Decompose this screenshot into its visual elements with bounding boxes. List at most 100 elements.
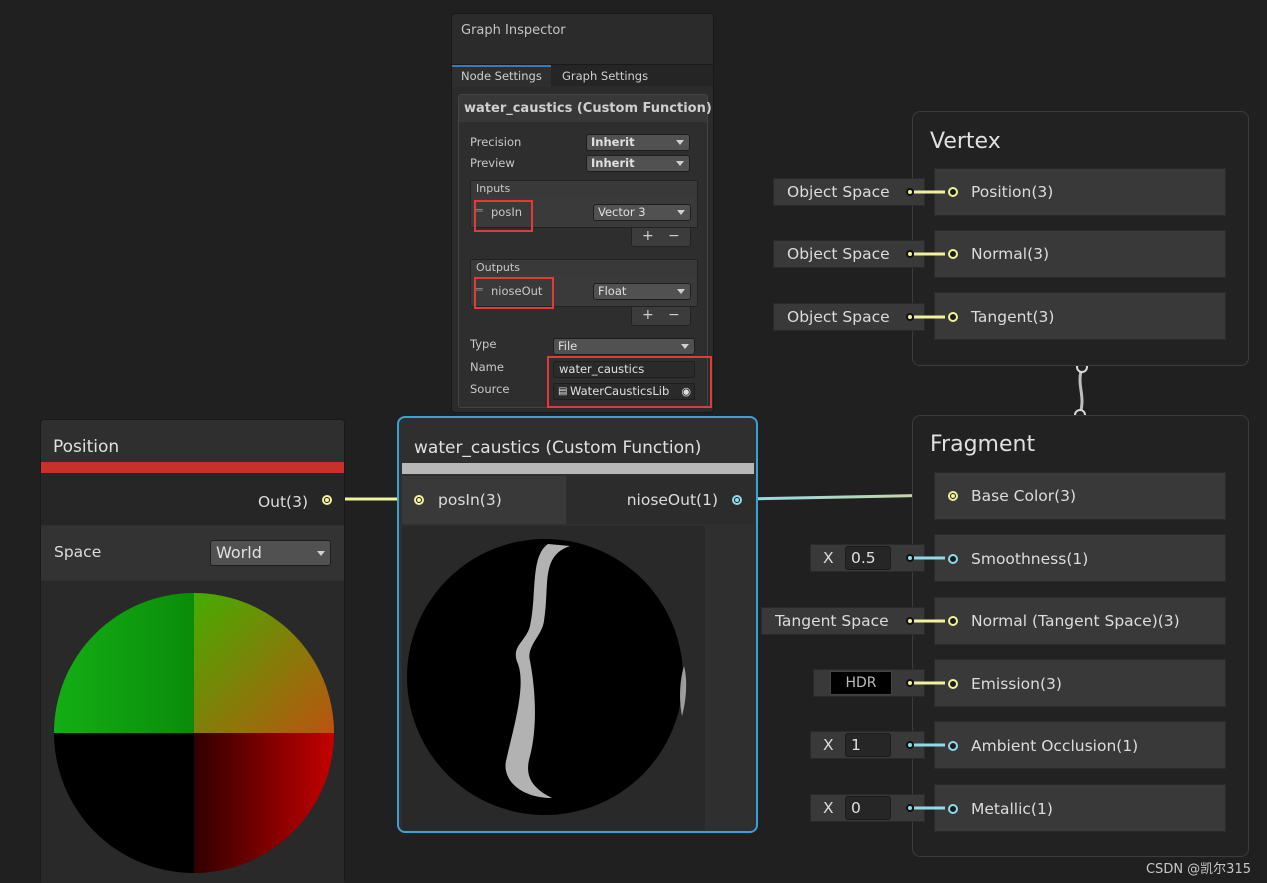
- ao-field[interactable]: 1: [845, 733, 891, 757]
- position-space-row: Space World: [41, 526, 344, 580]
- precision-value: Inherit: [591, 135, 635, 149]
- precision-label: Precision: [470, 135, 522, 149]
- position-out-label: Out(3): [257, 493, 308, 511]
- chevron-down-icon: [317, 551, 325, 556]
- metallic-block[interactable]: Metallic(1): [934, 784, 1226, 832]
- node-settings-box: water_caustics (Custom Function) Precisi…: [458, 94, 712, 408]
- custom-output-area: nioseOut(1): [567, 476, 754, 524]
- base-color-label: Base Color(3): [971, 487, 1077, 505]
- type-value: File: [558, 339, 578, 353]
- remove-output-button[interactable]: −: [668, 307, 680, 323]
- fragment-normal-port[interactable]: [948, 616, 958, 626]
- position-space-inline[interactable]: Object Space: [773, 178, 925, 206]
- vertex-title: Vertex: [930, 129, 1001, 154]
- output-type-dropdown[interactable]: Float: [593, 283, 691, 300]
- position-output-area: Out(3): [41, 473, 344, 525]
- custom-node-title: water_caustics (Custom Function): [414, 438, 702, 458]
- tangent-inline-port: [906, 313, 914, 321]
- smoothness-field[interactable]: 0.5: [845, 546, 891, 570]
- space-value: World: [216, 543, 262, 562]
- chevron-down-icon: [676, 161, 684, 166]
- smoothness-port[interactable]: [948, 554, 958, 564]
- vertex-position-port[interactable]: [948, 187, 958, 197]
- position-out-port[interactable]: [322, 495, 332, 505]
- chevron-down-icon: [676, 140, 684, 145]
- emission-port[interactable]: [948, 679, 958, 689]
- tab-graph-settings[interactable]: Graph Settings: [553, 65, 657, 87]
- tab-node-settings[interactable]: Node Settings: [452, 65, 551, 87]
- precision-dropdown[interactable]: Inherit: [586, 134, 690, 151]
- inspector-title: Graph Inspector: [461, 23, 566, 38]
- watermark: CSDN @凯尔315: [1145, 862, 1251, 877]
- vertex-tangent-port[interactable]: [948, 312, 958, 322]
- chevron-down-icon: [677, 289, 685, 294]
- nioseout-label: nioseOut(1): [626, 491, 718, 509]
- posin-port[interactable]: [414, 495, 424, 505]
- position-inline-port: [906, 188, 914, 196]
- source-label: Source: [470, 382, 510, 396]
- vertex-tangent-label: Tangent(3): [971, 308, 1055, 326]
- smoothness-inline-port: [906, 554, 914, 562]
- remove-input-button[interactable]: −: [668, 228, 680, 244]
- normal-tangent-space-inline[interactable]: Tangent Space: [761, 607, 925, 635]
- metallic-label: Metallic(1): [971, 800, 1053, 818]
- metallic-field[interactable]: 0: [845, 796, 891, 820]
- normal-inline-port: [906, 250, 914, 258]
- position-node[interactable]: Position Out(3) Space World: [40, 419, 345, 883]
- vertex-normal-port[interactable]: [948, 249, 958, 259]
- tangent-space-inline[interactable]: Object Space: [773, 303, 925, 331]
- emission-block[interactable]: Emission(3): [934, 659, 1226, 707]
- name-source-highlight: [547, 356, 712, 408]
- chevron-down-icon: [677, 210, 685, 215]
- fragment-normal-label: Normal (Tangent Space)(3): [971, 612, 1180, 630]
- smoothness-label: Smoothness(1): [971, 550, 1089, 568]
- emission-label: Emission(3): [971, 675, 1062, 693]
- inputs-add-remove: + −: [631, 227, 691, 247]
- vertex-normal-block[interactable]: Normal(3): [934, 230, 1226, 278]
- outputs-add-remove: + −: [631, 306, 691, 326]
- wire-vertex-to-fragment: [1078, 367, 1084, 415]
- preview-dropdown[interactable]: Inherit: [586, 155, 690, 172]
- space-label: Space: [54, 543, 102, 561]
- metallic-port[interactable]: [948, 804, 958, 814]
- nioseout-port[interactable]: [732, 495, 742, 505]
- fragment-normal-block[interactable]: Normal (Tangent Space)(3): [934, 597, 1226, 645]
- vertex-normal-label: Normal(3): [971, 245, 1050, 263]
- name-label: Name: [470, 360, 504, 374]
- vertex-position-label: Position(3): [971, 183, 1054, 201]
- ambient-occlusion-port[interactable]: [948, 741, 958, 751]
- space-dropdown[interactable]: World: [210, 540, 331, 566]
- vertex-position-block[interactable]: Position(3): [934, 168, 1226, 216]
- base-color-port[interactable]: [948, 491, 958, 501]
- preview-value: Inherit: [591, 156, 635, 170]
- metallic-inline-port: [906, 804, 914, 812]
- input-type-dropdown[interactable]: Vector 3: [593, 204, 691, 221]
- outputs-header: Outputs: [471, 260, 697, 276]
- metallic-x-label: X: [823, 799, 834, 817]
- smoothness-block[interactable]: Smoothness(1): [934, 534, 1226, 582]
- emission-inline-port: [906, 679, 914, 687]
- ambient-occlusion-label: Ambient Occlusion(1): [971, 737, 1139, 755]
- add-input-button[interactable]: +: [642, 228, 654, 244]
- emission-hdr-color[interactable]: HDR: [830, 671, 892, 695]
- type-dropdown[interactable]: File: [553, 338, 695, 355]
- fragment-title: Fragment: [930, 432, 1036, 457]
- caustics-preview-sphere: [407, 539, 687, 815]
- custom-function-node[interactable]: water_caustics (Custom Function) posIn(3…: [397, 416, 758, 833]
- add-output-button[interactable]: +: [642, 307, 654, 323]
- type-label: Type: [470, 337, 497, 351]
- ao-inline-port: [906, 741, 914, 749]
- normal-space-inline[interactable]: Object Space: [773, 240, 925, 268]
- ambient-occlusion-block[interactable]: Ambient Occlusion(1): [934, 721, 1226, 769]
- custom-node-preview: [402, 526, 705, 830]
- vertex-tangent-block[interactable]: Tangent(3): [934, 292, 1226, 340]
- input-type-value: Vector 3: [598, 205, 646, 219]
- position-node-color-bar: [41, 462, 344, 473]
- position-node-title: Position: [53, 437, 120, 457]
- output-type-value: Float: [598, 284, 627, 298]
- inputs-header: Inputs: [471, 181, 697, 197]
- chevron-down-icon: [681, 344, 689, 349]
- custom-node-color-bar: [402, 463, 754, 474]
- position-preview: [41, 581, 344, 883]
- base-color-block[interactable]: Base Color(3): [934, 472, 1226, 520]
